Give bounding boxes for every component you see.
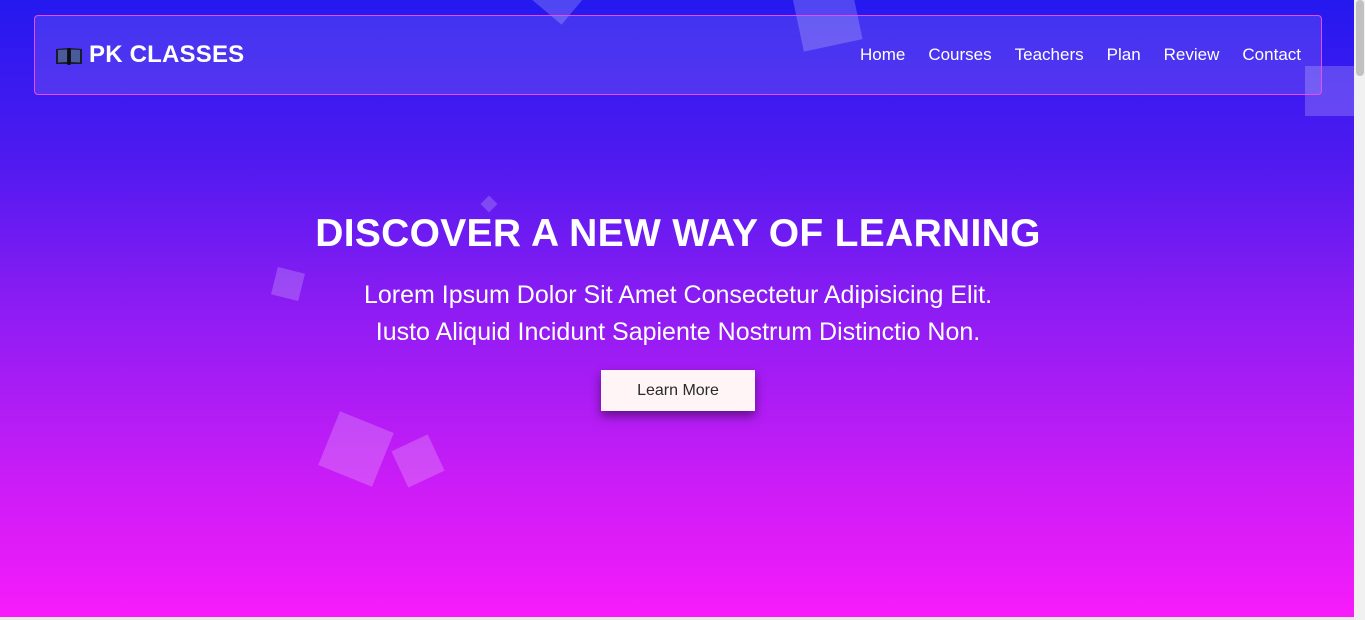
decorative-square bbox=[480, 195, 498, 213]
scrollbar-track[interactable] bbox=[1354, 0, 1365, 620]
learn-more-button[interactable]: Learn More bbox=[601, 370, 755, 411]
nav-link-teachers[interactable]: Teachers bbox=[1015, 45, 1084, 65]
hero-subtitle-line-1: Lorem Ipsum Dolor Sit Amet Consectetur A… bbox=[363, 281, 993, 309]
nav-link-courses[interactable]: Courses bbox=[928, 45, 991, 65]
scrollbar-thumb[interactable] bbox=[1356, 0, 1364, 76]
hero-title: DISCOVER A NEW WAY OF LEARNING bbox=[315, 212, 1041, 255]
nav-link-plan[interactable]: Plan bbox=[1107, 45, 1141, 65]
hero-section: PK CLASSES Home Courses Teachers Plan Re… bbox=[0, 0, 1354, 617]
navbar: PK CLASSES Home Courses Teachers Plan Re… bbox=[34, 15, 1322, 95]
nav-link-review[interactable]: Review bbox=[1164, 45, 1220, 65]
decorative-square bbox=[318, 411, 394, 487]
nav-link-contact[interactable]: Contact bbox=[1242, 45, 1301, 65]
hero-subtitle-line-2: Iusto Aliquid Incidunt Sapiente Nostrum … bbox=[375, 318, 981, 346]
brand-logo[interactable]: PK CLASSES bbox=[55, 41, 244, 69]
brand-name: PK CLASSES bbox=[89, 41, 245, 68]
nav-links: Home Courses Teachers Plan Review Contac… bbox=[837, 45, 1301, 65]
hero-subtitle: Lorem Ipsum Dolor Sit Amet Consectetur A… bbox=[0, 277, 1354, 351]
open-book-icon bbox=[55, 45, 83, 65]
nav-link-home[interactable]: Home bbox=[860, 45, 905, 65]
decorative-square bbox=[391, 434, 445, 488]
